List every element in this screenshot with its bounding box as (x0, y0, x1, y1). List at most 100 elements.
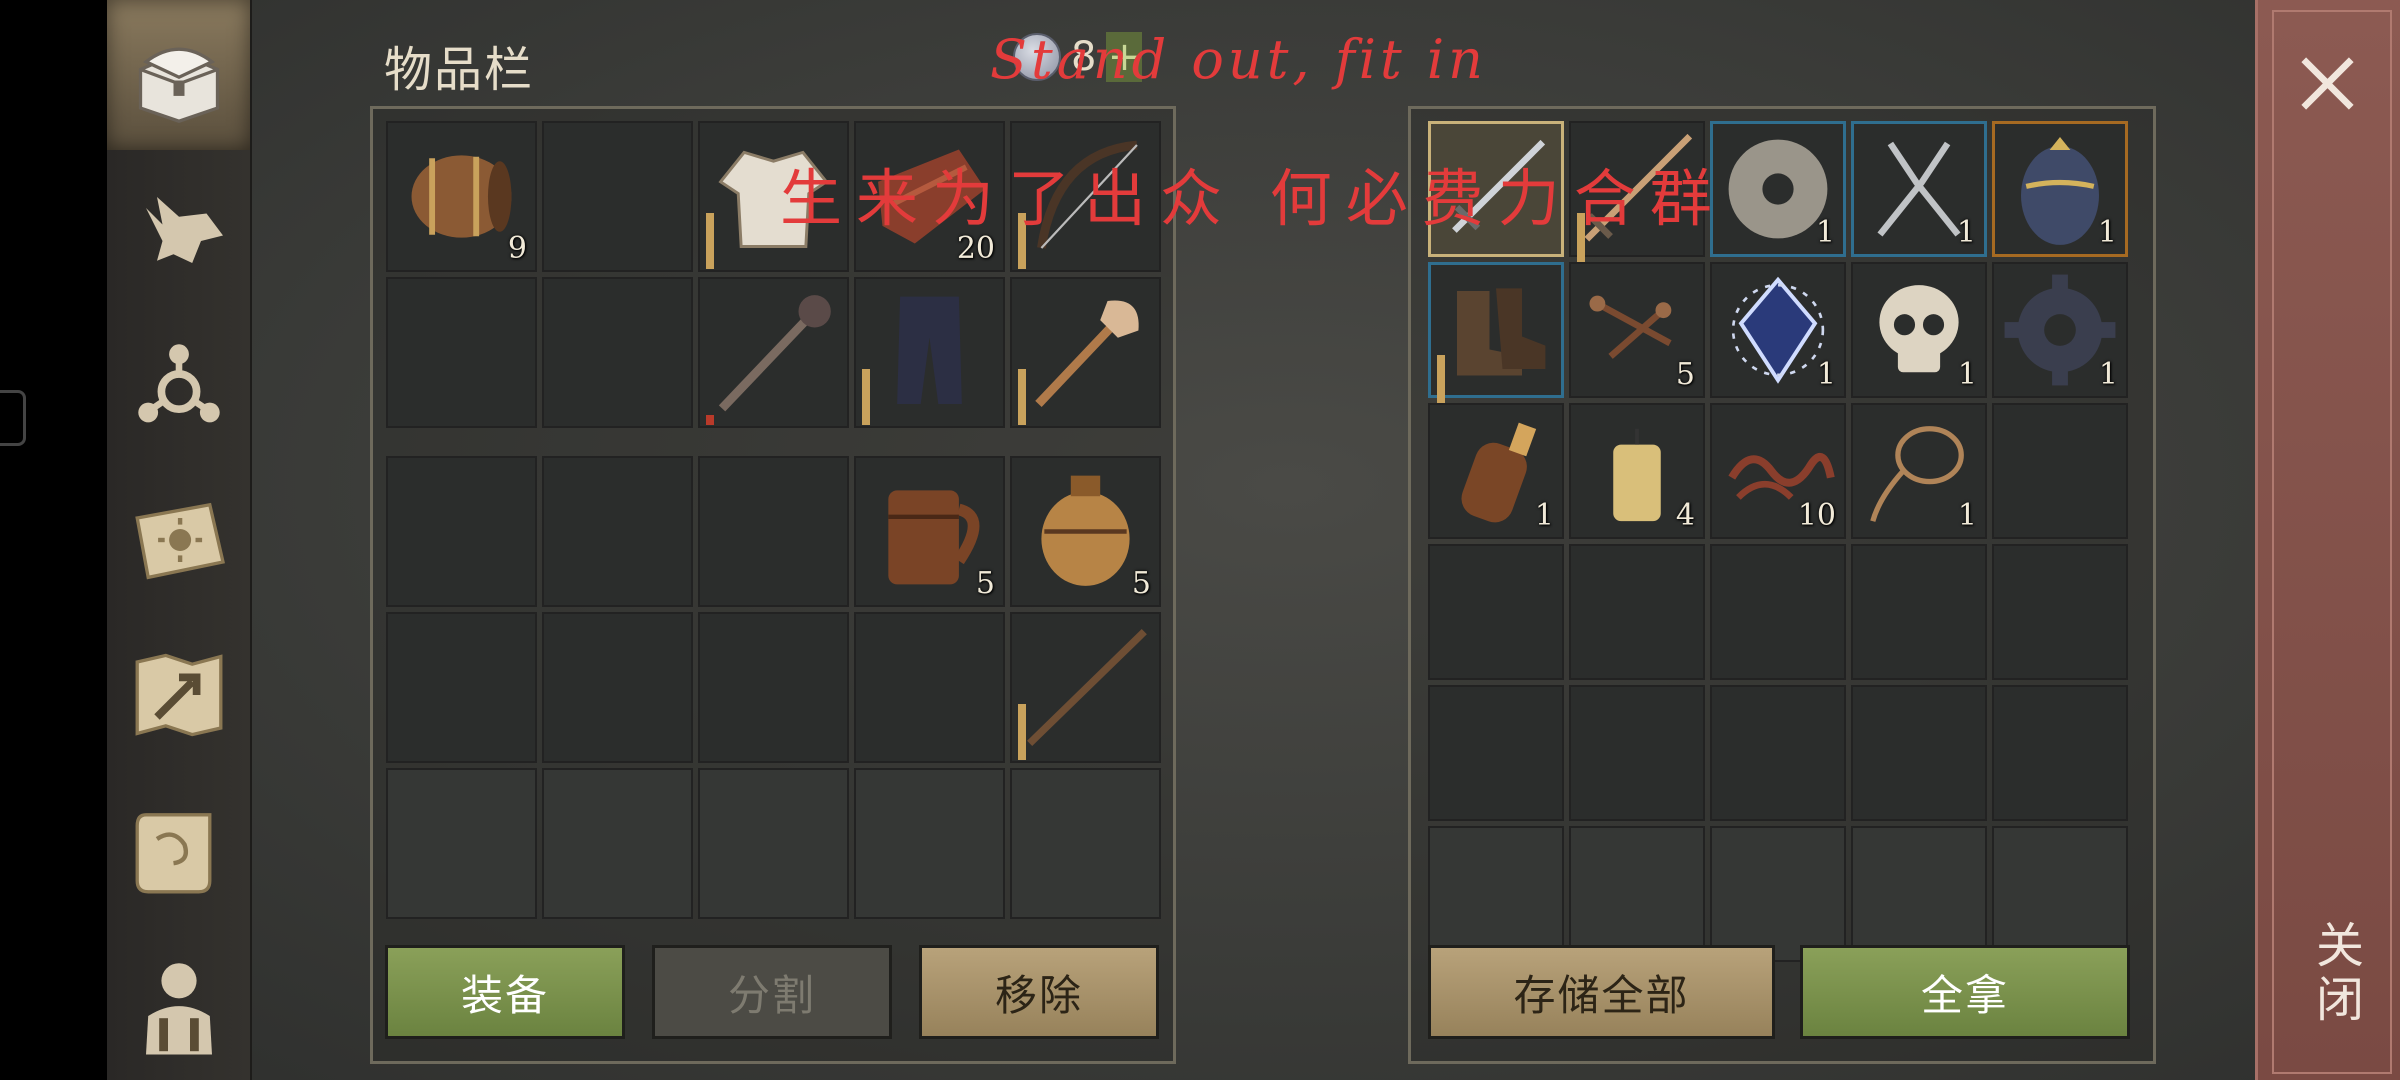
sidebar-item-map[interactable] (107, 620, 250, 770)
inventory-slot[interactable] (386, 456, 537, 607)
storage-slot[interactable] (1710, 826, 1846, 962)
item-quantity: 1 (2098, 357, 2118, 392)
durability-bar (1018, 704, 1026, 760)
storage-slot[interactable] (1851, 685, 1987, 821)
storage-slot[interactable]: 1 (1992, 262, 2128, 398)
inventory-slot[interactable] (542, 121, 693, 272)
storage-slot[interactable] (1992, 685, 2128, 821)
inventory-slot[interactable] (386, 612, 537, 763)
inventory-slot[interactable] (698, 612, 849, 763)
pants-icon (897, 296, 962, 404)
chest-icon (138, 47, 219, 123)
character-icon (145, 963, 212, 1055)
sun-book-icon (134, 502, 225, 580)
storage-slot[interactable]: 1 (1851, 403, 1987, 539)
storage-slot[interactable]: 1 (1428, 403, 1564, 539)
scroll-icon (135, 813, 211, 894)
item-quantity: 5 (1131, 566, 1151, 601)
item-quantity: 1 (2097, 215, 2117, 250)
sidebar-item-skills[interactable] (107, 310, 250, 460)
inventory-slot[interactable]: 5 (1010, 456, 1161, 607)
close-strip-border (2272, 10, 2392, 1074)
item-quantity: 5 (1675, 357, 1695, 392)
storage-slot[interactable] (1992, 403, 2128, 539)
inventory-slot[interactable] (542, 277, 693, 428)
inventory-slot[interactable] (1010, 612, 1161, 763)
stick-icon (1027, 629, 1147, 746)
storage-slot[interactable]: 5 (1569, 262, 1705, 398)
mace-icon (718, 295, 831, 412)
wolf-icon (145, 197, 223, 263)
storage-slot[interactable] (1569, 685, 1705, 821)
remove-button[interactable]: 移除 (919, 945, 1159, 1039)
inventory-slot[interactable] (542, 768, 693, 919)
storage-slot[interactable] (1428, 262, 1564, 411)
split-button[interactable]: 分割 (652, 945, 892, 1039)
storage-slot[interactable] (1992, 544, 2128, 680)
storage-slot[interactable]: 1 (1851, 262, 1987, 398)
storage-slot[interactable] (1851, 544, 1987, 680)
sidebar-item-pets[interactable] (107, 155, 250, 305)
storage-slot[interactable]: 1 (1992, 121, 2128, 257)
inventory-slot[interactable]: 9 (386, 121, 537, 272)
inventory-slot[interactable] (698, 456, 849, 607)
storage-slot[interactable]: 1 (1851, 121, 1987, 257)
sidebar-item-character[interactable] (107, 930, 250, 1080)
close-strip[interactable] (2255, 0, 2400, 1080)
inventory-slot[interactable]: 5 (854, 456, 1005, 607)
device-bezel (0, 0, 107, 1080)
item-quantity: 4 (1675, 498, 1695, 533)
durability-bar (862, 369, 870, 425)
close-label[interactable]: 关闭 (2300, 920, 2370, 1028)
inventory-slot[interactable] (854, 612, 1005, 763)
item-quantity: 1 (1957, 498, 1977, 533)
sidebar-item-inventory[interactable] (107, 0, 250, 150)
storage-slot[interactable]: 10 (1710, 403, 1846, 539)
device-notch (0, 390, 26, 446)
inventory-slot[interactable] (386, 277, 537, 428)
item-quantity: 10 (1797, 498, 1836, 533)
close-icon[interactable] (2280, 36, 2375, 131)
storage-slot[interactable] (1710, 544, 1846, 680)
watermark-chinese: 生来为了出众 何必费力合群 (780, 162, 1726, 235)
item-quantity: 9 (507, 231, 527, 266)
take-all-button[interactable]: 全拿 (1800, 945, 2130, 1039)
item-quantity: 1 (1534, 498, 1554, 533)
skill-tree-icon (137, 344, 220, 423)
inventory-slot[interactable] (854, 277, 1005, 428)
store-all-button[interactable]: 存储全部 (1428, 945, 1775, 1039)
inventory-slot[interactable] (1010, 277, 1161, 428)
item-quantity: 1 (1816, 357, 1836, 392)
inventory-slot[interactable] (542, 456, 693, 607)
equip-button[interactable]: 装备 (385, 945, 625, 1039)
storage-slot[interactable]: 4 (1569, 403, 1705, 539)
inventory-slot[interactable] (698, 277, 849, 428)
durability-bar (706, 415, 714, 425)
sidebar-item-journal[interactable] (107, 775, 250, 925)
watermark-english: Stand out, fit in (990, 28, 1487, 91)
storage-slot[interactable] (1428, 685, 1564, 821)
storage-slot[interactable] (1569, 544, 1705, 680)
item-quantity: 1 (1815, 215, 1835, 250)
inventory-slot[interactable] (386, 768, 537, 919)
storage-slot[interactable] (1992, 826, 2128, 962)
storage-slot[interactable]: 1 (1710, 262, 1846, 398)
storage-slot[interactable] (1428, 544, 1564, 680)
inventory-slot[interactable] (854, 768, 1005, 919)
item-quantity: 1 (1957, 357, 1977, 392)
shovel-icon (1035, 300, 1139, 407)
storage-slot[interactable] (1569, 826, 1705, 962)
map-icon (135, 653, 222, 737)
inventory-slot[interactable] (542, 612, 693, 763)
inventory-slot[interactable] (1010, 768, 1161, 919)
storage-slot[interactable] (1428, 826, 1564, 962)
storage-slot[interactable] (1710, 685, 1846, 821)
storage-slot[interactable] (1851, 826, 1987, 962)
storage-grid: 1 1 1 5 1 1 1 1 4 10 1 (1428, 121, 2128, 962)
sidebar-item-events[interactable] (107, 465, 250, 615)
storage-slot[interactable]: 1 (1710, 121, 1846, 257)
page-title: 物品栏 (384, 42, 535, 98)
inventory-slot[interactable] (698, 768, 849, 919)
durability-bar (1018, 369, 1026, 425)
boots-icon (1457, 288, 1546, 376)
